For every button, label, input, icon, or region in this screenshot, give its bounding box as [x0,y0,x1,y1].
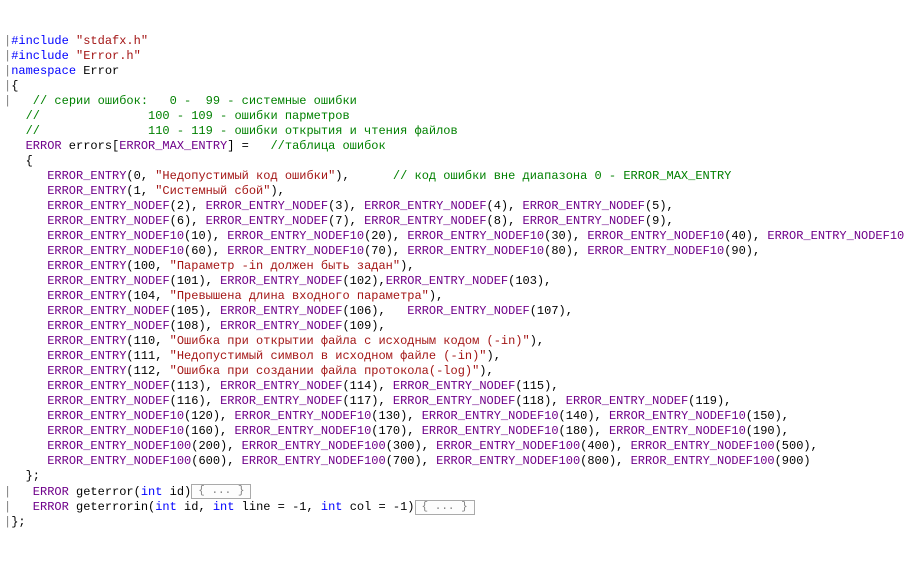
brace: { [11,79,18,93]
type: ERROR [11,500,69,514]
preproc-include: #include [11,49,76,63]
string-literal: "Недопустимый символ в исходном файле (-… [170,349,487,363]
macro-call: ERROR_ENTRY [4,169,126,183]
comment: // серии ошибок: 0 - 99 - системные ошиб… [11,94,357,108]
keyword-namespace: namespace [11,64,76,78]
string-literal: "Недопустимый код ошибки" [155,169,335,183]
macro-call: ERROR_ENTRY [4,289,126,303]
string-literal: "Ошибка при открытии файла с исходным ко… [170,334,530,348]
comment: // 100 - 109 - ошибки парметров [4,109,350,123]
macro-line: ERROR_ENTRY_NODEF100(200), ERROR_ENTRY_N… [4,439,818,453]
type: ERROR [4,139,62,153]
macro-line: ERROR_ENTRY_NODEF(108), ERROR_ENTRY_NODE… [4,319,386,333]
include-file: "stdafx.h" [76,34,148,48]
type: ERROR [11,485,69,499]
macro-line: ERROR_ENTRY_NODEF(101), ERROR_ENTRY_NODE… [4,274,551,288]
fold-marker[interactable]: { ... } [415,500,475,515]
macro-line: ERROR_ENTRY_NODEF(2), ERROR_ENTRY_NODEF(… [4,199,674,213]
brace: { [4,154,33,168]
preproc-include: #include [11,34,76,48]
string-literal: "Системный сбой" [155,184,270,198]
macro-line: ERROR_ENTRY_NODEF(105), ERROR_ENTRY_NODE… [4,304,573,318]
macro-call: ERROR_ENTRY [4,184,126,198]
macro-line: ERROR_ENTRY_NODEF10(60), ERROR_ENTRY_NOD… [4,244,760,258]
string-literal: "Параметр -in должен быть задан" [170,259,400,273]
string-literal: "Ошибка при создании файла протокола(-lo… [170,364,480,378]
macro-line: ERROR_ENTRY_NODEF(113), ERROR_ENTRY_NODE… [4,379,559,393]
macro: ERROR_MAX_ENTRY [119,139,227,153]
macro-call: ERROR_ENTRY [4,334,126,348]
func-name: geterror( [69,485,141,499]
fold-marker[interactable]: { ... } [191,484,251,499]
string-literal: "Превышена длина входного параметра" [170,289,429,303]
include-file: "Error.h" [76,49,141,63]
code-editor[interactable]: |#include "stdafx.h" |#include "Error.h"… [4,34,900,530]
macro-call: ERROR_ENTRY [4,349,126,363]
macro-call: ERROR_ENTRY [4,364,126,378]
func-name: geterrorin( [69,500,155,514]
brace: }; [11,515,25,529]
macro-line: ERROR_ENTRY_NODEF10(160), ERROR_ENTRY_NO… [4,424,789,438]
macro-line: ERROR_ENTRY_NODEF100(600), ERROR_ENTRY_N… [4,454,811,468]
comment: //таблица ошибок [256,139,386,153]
comment: // 110 - 119 - ошибки открытия и чтения … [4,124,458,138]
namespace-name: Error [76,64,119,78]
macro-line: ERROR_ENTRY_NODEF(6), ERROR_ENTRY_NODEF(… [4,214,674,228]
macro-line: ERROR_ENTRY_NODEF10(120), ERROR_ENTRY_NO… [4,409,789,423]
comment: // код ошибки вне диапазона 0 - ERROR_MA… [378,169,731,183]
macro-call: ERROR_ENTRY [4,259,126,273]
macro-line: ERROR_ENTRY_NODEF10(10), ERROR_ENTRY_NOD… [4,229,904,243]
macro-line: ERROR_ENTRY_NODEF(116), ERROR_ENTRY_NODE… [4,394,731,408]
brace: }; [4,469,40,483]
